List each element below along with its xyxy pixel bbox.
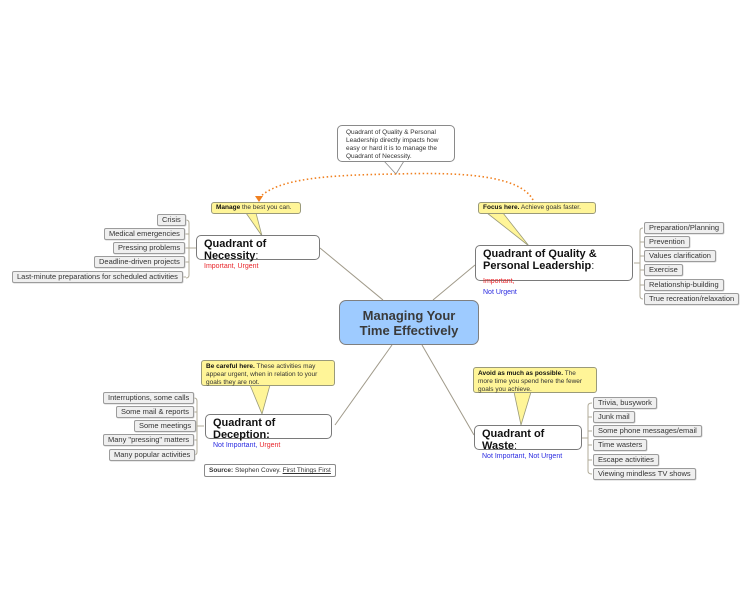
quadrant-waste[interactable]: Quadrant of Waste: Not Important, Not Ur…	[474, 425, 582, 460]
callout-necessity: Manage the best you can.	[211, 202, 301, 214]
necessity-item-last-minute-preparations[interactable]: Last-minute preparations for scheduled a…	[12, 271, 183, 283]
connector-central-quality	[432, 264, 476, 301]
quadrant-deception-importance: Not Important	[213, 442, 256, 449]
relationship-note: Quadrant of Quality & Personal Leadershi…	[337, 125, 455, 162]
waste-item-phone-messages[interactable]: Some phone messages/email	[593, 425, 702, 437]
deception-item-meetings[interactable]: Some meetings	[134, 420, 197, 432]
quadrant-waste-urgency: Not Urgent	[528, 453, 563, 460]
waste-item-escape-activities[interactable]: Escape activities	[593, 454, 659, 466]
necessity-item-crisis[interactable]: Crisis	[157, 214, 186, 226]
note-tail	[383, 160, 405, 175]
waste-bracket	[582, 402, 593, 475]
connector-central-waste	[421, 344, 475, 436]
quality-item-relationship-building[interactable]: Relationship-building	[644, 279, 724, 291]
deception-item-interruptions[interactable]: Interruptions, some calls	[103, 392, 195, 404]
quadrant-necessity-colon: :	[255, 250, 259, 262]
callout-deception-bold: Be careful here.	[206, 363, 255, 370]
quadrant-quality[interactable]: Quadrant of Quality & Personal Leadershi…	[475, 245, 633, 296]
necessity-item-deadline-driven-projects[interactable]: Deadline-driven projects	[94, 256, 185, 268]
necessity-item-medical-emergencies[interactable]: Medical emergencies	[104, 228, 185, 240]
callout-quality-bold: Focus here.	[483, 204, 520, 211]
quadrant-deception-title: Quadrant of Deception:	[213, 417, 276, 441]
callout-tail-necessity	[245, 212, 263, 237]
quadrant-quality-importance: Important,	[483, 278, 515, 285]
quality-item-preparation-planning[interactable]: Preparation/Planning	[644, 222, 725, 234]
central-title-line1: Managing Your	[362, 308, 456, 323]
central-topic[interactable]: Managing Your Time Effectively	[339, 300, 479, 345]
waste-item-time-wasters[interactable]: Time wasters	[593, 439, 648, 451]
quadrant-necessity[interactable]: Quadrant of Necessity: Important, Urgent	[196, 235, 320, 270]
central-title-line2: Time Effectively	[359, 323, 459, 338]
deception-item-popular-activities[interactable]: Many popular activities	[109, 449, 196, 461]
quadrant-deception-urgency: Urgent	[259, 442, 281, 449]
relationship-note-text: Quadrant of Quality & Personal Leadershi…	[346, 129, 439, 160]
relationship-curve	[258, 172, 534, 201]
quadrant-quality-urgency: Not Urgent	[483, 289, 517, 296]
callout-deception: Be careful here. These activities may ap…	[201, 360, 335, 386]
quadrant-necessity-urgency: Urgent	[237, 263, 259, 270]
deception-item-mail-reports[interactable]: Some mail & reports	[116, 406, 194, 418]
quadrant-waste-colon: :	[514, 440, 518, 452]
callout-quality-text: Achieve goals faster.	[519, 204, 581, 211]
quality-bracket	[634, 227, 644, 300]
quality-item-true-recreation[interactable]: True recreation/relaxation	[644, 293, 740, 305]
quadrant-quality-title-line2: Personal Leadership	[483, 260, 592, 272]
quality-item-values-clarification[interactable]: Values clarification	[644, 250, 716, 262]
quadrant-deception[interactable]: Quadrant of Deception: Not Important, Ur…	[205, 414, 332, 449]
callout-waste: Avoid as much as possible. The more time…	[473, 367, 597, 393]
source-book-link[interactable]: First Things First	[283, 467, 331, 474]
quadrant-waste-importance: Not Important	[482, 453, 525, 460]
callout-quality: Focus here. Achieve goals faster.	[478, 202, 596, 214]
necessity-item-pressing-problems[interactable]: Pressing problems	[113, 242, 186, 254]
callout-tail-quality	[485, 212, 530, 247]
callout-tail-deception	[249, 384, 271, 416]
quality-item-exercise[interactable]: Exercise	[644, 264, 683, 276]
callout-necessity-bold: Manage	[216, 204, 241, 211]
quadrant-quality-colon: :	[591, 260, 595, 272]
callout-tail-waste	[513, 391, 532, 426]
source-label: Source:	[209, 467, 234, 474]
quadrant-necessity-importance: Important	[204, 263, 234, 270]
quality-item-prevention[interactable]: Prevention	[644, 236, 690, 248]
callout-necessity-text: the best you can.	[240, 204, 292, 211]
deception-item-pressing-matters[interactable]: Many "pressing" matters	[103, 434, 195, 446]
connector-central-deception	[334, 344, 393, 426]
source-citation: Source: Stephen Covey. First Things Firs…	[204, 464, 336, 477]
callout-waste-bold: Avoid as much as possible.	[478, 370, 564, 377]
source-author: Stephen Covey.	[233, 467, 283, 474]
waste-item-junk-mail[interactable]: Junk mail	[593, 411, 635, 423]
waste-item-mindless-tv[interactable]: Viewing mindless TV shows	[593, 468, 696, 480]
quadrant-quality-title-line1: Quadrant of Quality &	[483, 248, 597, 260]
connector-central-necessity	[319, 247, 384, 301]
waste-item-trivia[interactable]: Trivia, busywork	[593, 397, 657, 409]
